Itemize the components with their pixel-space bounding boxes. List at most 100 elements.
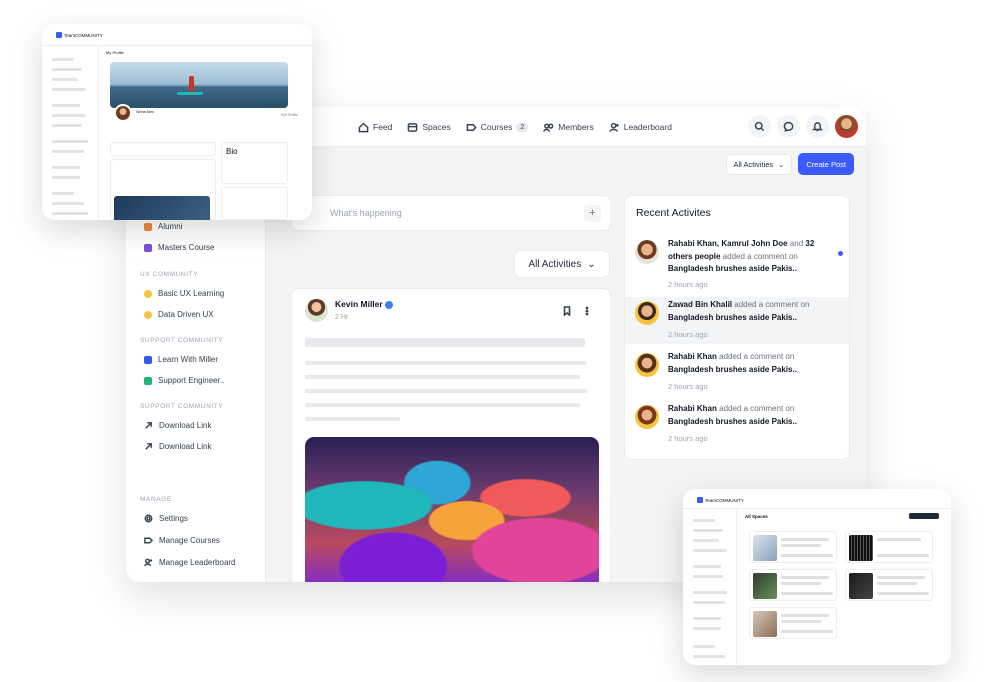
cover-person-figure: [189, 76, 194, 92]
preview-top-bar: TeamCOMMUNITY: [683, 489, 951, 509]
sidebar-item-manage-courses[interactable]: Manage Courses: [144, 536, 220, 545]
activity-target: Bangladesh brushes aside Pakis..: [668, 416, 797, 426]
alumni-icon: [144, 222, 152, 231]
logo-icon: [56, 32, 62, 38]
nav-spaces[interactable]: Spaces: [407, 122, 451, 133]
nav-feed-label: Feed: [373, 122, 393, 132]
sidebar-item-basic-ux[interactable]: Basic UX Learning: [144, 289, 224, 298]
activity-filter-dropdown[interactable]: All Activities ⌄: [725, 154, 792, 175]
sidebar-item-support-engineer[interactable]: Support Engineer..: [144, 376, 224, 385]
recent-activities-panel: Recent Activites Rahabi Khan, Kamrul Joh…: [624, 195, 850, 460]
composer-placeholder: What's happening: [330, 208, 402, 218]
preview-spaces-title: All Spaces: [745, 514, 768, 519]
spaces-preview-window: TeamCOMMUNITY All Spaces: [683, 489, 951, 665]
activity-item[interactable]: Rahabi Khan, Kamrul John Doe and 32 othe…: [625, 236, 849, 289]
nav-members-label: Members: [558, 122, 594, 132]
activity-avatar: [635, 240, 659, 264]
cover-paddleboard: [177, 92, 203, 95]
create-post-button[interactable]: Create Post: [798, 153, 854, 175]
sidebar-item-label: Download Link: [159, 442, 212, 451]
masters-course-icon: [144, 243, 152, 252]
activity-action: added a comment on: [720, 251, 798, 261]
sidebar-item-data-driven-ux[interactable]: Data Driven UX: [144, 310, 214, 319]
sidebar-item-manage-leaderboard[interactable]: Manage Leaderboard: [144, 558, 236, 567]
sidebar-item-settings[interactable]: Settings: [144, 514, 188, 523]
nav-leaderboard[interactable]: Leaderboard: [608, 122, 672, 133]
preview-create-button: [909, 513, 939, 519]
preview-composer: [110, 142, 216, 156]
sidebar-item-download-link[interactable]: Download Link: [144, 421, 211, 430]
space-card: [749, 607, 837, 639]
courses-icon: [144, 537, 153, 544]
support-community-heading: SUPPORT COMMUNITY: [140, 337, 224, 344]
post-text-placeholder: [305, 375, 580, 379]
sidebar-item-label: Learn With Miller: [158, 355, 219, 364]
notifications-button[interactable]: [806, 115, 829, 138]
sidebar-item-alumni[interactable]: Alumni: [144, 222, 182, 231]
post-author-avatar[interactable]: [305, 299, 328, 322]
activity-filter-label: All Activities: [733, 160, 774, 169]
preview-social-links: [221, 187, 288, 220]
post-image[interactable]: [305, 437, 599, 582]
activity-time: 2 hours ago: [668, 382, 708, 391]
post-composer[interactable]: What's happening +: [291, 195, 611, 231]
logo-text: TeamCOMMUNITY: [705, 497, 744, 503]
sidebar-item-label: Support Engineer..: [158, 376, 225, 385]
profile-preview-window: TeamCOMMUNITY My Profile Sirine Alex Edi…: [42, 24, 312, 220]
arrow-up-right-icon: [145, 422, 152, 429]
add-attachment-button[interactable]: +: [584, 205, 601, 222]
post-text-placeholder: [305, 361, 587, 365]
preview-sidebar: [683, 509, 737, 665]
sidebar-item-masters-course[interactable]: Masters Course: [144, 243, 214, 252]
activity-item[interactable]: Zawad Bin Khalil added a comment on Bang…: [625, 297, 849, 344]
home-icon: [358, 122, 369, 132]
feed-filter-dropdown[interactable]: All Activities ⌄: [514, 250, 610, 278]
profile-cover-image: [110, 62, 288, 108]
more-options-button[interactable]: [582, 303, 592, 321]
support-community-heading-2: SUPPORT COMMUNITY: [140, 403, 224, 410]
nav-members[interactable]: Members: [543, 122, 594, 133]
activity-target: Bangladesh brushes aside Pakis..: [668, 264, 797, 273]
manage-heading: MANAGE: [140, 496, 172, 503]
feed-filter-label: All Activities: [528, 258, 582, 270]
preview-sidebar: [42, 46, 99, 220]
activity-connector: and: [787, 239, 806, 248]
preview-page-title: My Profile: [106, 50, 124, 55]
bookmark-button[interactable]: [562, 303, 572, 321]
top-actions: [748, 115, 858, 138]
preview-logo: TeamCOMMUNITY: [697, 497, 744, 503]
sidebar-item-label: Alumni: [158, 222, 183, 231]
activity-text: Zawad Bin Khalil added a comment on Bang…: [668, 299, 836, 324]
activity-item[interactable]: Rahabi Khan added a comment on Banglades…: [625, 401, 849, 449]
more-vertical-icon: [585, 306, 589, 316]
chevron-down-icon: ⌄: [778, 161, 784, 169]
nav-courses[interactable]: Courses 2: [466, 122, 529, 133]
activity-action: added a comment on: [732, 300, 810, 309]
preview-logo: TeamCOMMUNITY: [56, 32, 103, 38]
search-button[interactable]: [748, 115, 771, 138]
activity-actor: Zawad Bin Khalil: [668, 300, 733, 309]
profile-name: Sirine Alex: [136, 110, 154, 114]
nav-feed[interactable]: Feed: [358, 122, 392, 133]
space-card: [749, 531, 837, 563]
sidebar-item-label: Masters Course: [158, 243, 215, 252]
activity-text: Rahabi Khan added a comment on Banglades…: [668, 403, 836, 428]
sidebar-item-download-link-2[interactable]: Download Link: [144, 442, 211, 451]
sidebar-item-learn-with-miller[interactable]: Learn With Miller: [144, 355, 218, 364]
activity-actor: Rahabi Khan: [668, 404, 717, 413]
post-text-placeholder: [305, 389, 587, 393]
post-author[interactable]: Kevin Miller: [335, 299, 393, 309]
space-card: [749, 569, 837, 601]
basic-ux-avatar-icon: [144, 289, 152, 298]
chat-icon: [783, 121, 794, 132]
post-text-placeholder: [305, 338, 585, 347]
user-avatar[interactable]: [835, 115, 858, 138]
post-text-placeholder: [305, 403, 580, 407]
preview-top-bar: TeamCOMMUNITY: [42, 24, 312, 46]
nav-spaces-label: Spaces: [422, 122, 451, 132]
unread-dot: [838, 251, 843, 256]
messages-button[interactable]: [777, 115, 800, 138]
activity-time: 2 hours ago: [668, 330, 708, 339]
activity-item[interactable]: Rahabi Khan added a comment on Banglades…: [625, 349, 849, 397]
arrow-up-right-icon: [145, 443, 152, 450]
